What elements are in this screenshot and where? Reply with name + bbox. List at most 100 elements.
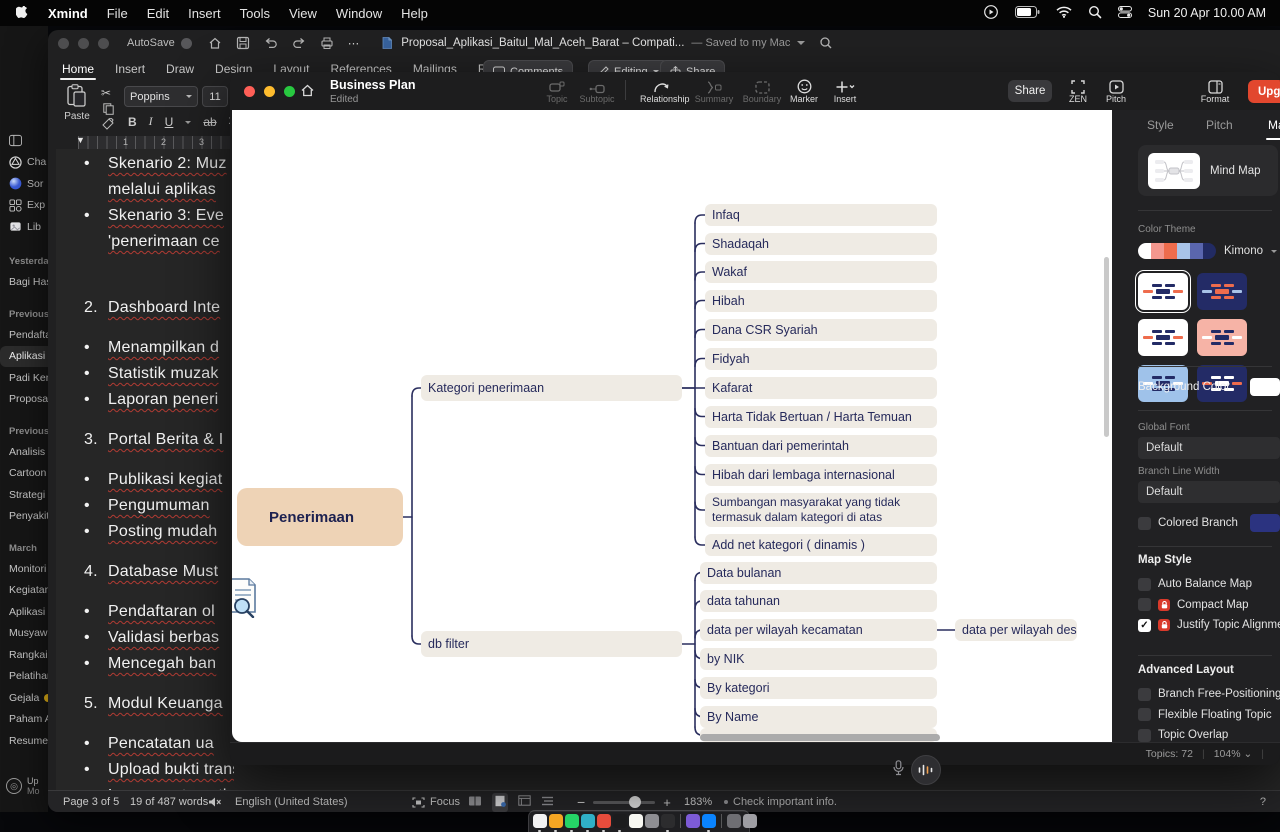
- subtopic[interactable]: Kafarat: [705, 377, 937, 399]
- document-title[interactable]: Proposal_Aplikasi_Baitul_Mal_Aceh_Barat …: [401, 37, 684, 49]
- global-font-select[interactable]: Default: [1138, 437, 1280, 459]
- help-button[interactable]: ?: [1260, 791, 1266, 812]
- dock-app-7[interactable]: [629, 814, 643, 828]
- undo-icon[interactable]: [264, 36, 278, 50]
- strikethrough-button[interactable]: ab: [203, 115, 216, 129]
- map-style-justify-topic-alignment[interactable]: ✓Justify Topic Alignment: [1138, 617, 1280, 633]
- zoom-button[interactable]: [98, 38, 109, 49]
- zoom-slider-thumb[interactable]: [629, 796, 641, 808]
- tab-insert[interactable]: Insert: [115, 62, 145, 76]
- colored-branch-swatch[interactable]: [1250, 514, 1280, 532]
- apple-menu-icon[interactable]: [16, 6, 29, 21]
- autosave-toggle[interactable]: AutoSave: [109, 37, 192, 49]
- dock-app-13[interactable]: [743, 814, 757, 828]
- sidebar-chat-item[interactable]: Cartoon: [0, 463, 48, 485]
- screen-mirroring-icon[interactable]: [983, 4, 999, 23]
- color-theme-select[interactable]: Kimono: [1138, 243, 1277, 259]
- map-style-compact-map[interactable]: Compact Map: [1138, 597, 1249, 613]
- share-button[interactable]: Share: [1008, 80, 1052, 102]
- subtopic[interactable]: Harta Tidak Bertuan / Harta Temuan: [705, 406, 937, 428]
- insert-button[interactable]: Insert: [823, 77, 867, 104]
- subtopic[interactable]: by NIK: [700, 648, 937, 670]
- tab-draw[interactable]: Draw: [166, 62, 194, 76]
- sidebar-chat-item[interactable]: Rangkai: [0, 644, 48, 666]
- sidebar-nav-exp[interactable]: Exp: [0, 195, 48, 217]
- dock-app-10[interactable]: [686, 814, 700, 828]
- subtopic[interactable]: data tahunan: [700, 590, 937, 612]
- subtopic[interactable]: data per wilayah kecamatan: [700, 619, 937, 641]
- sidebar-chat-item[interactable]: Kegiatan: [0, 580, 48, 602]
- subtopic[interactable]: Add net kategori ( dinamis ): [705, 534, 937, 556]
- battery-icon[interactable]: [1015, 6, 1040, 21]
- subtopic[interactable]: data per wilayah desa: [955, 619, 1077, 641]
- menubar-clock[interactable]: Sun 20 Apr 10.00 AM: [1148, 6, 1266, 20]
- dock-app-6[interactable]: [613, 814, 627, 828]
- close-button[interactable]: [244, 86, 255, 97]
- tab-stop-marker[interactable]: ▼: [76, 135, 85, 145]
- subtopic[interactable]: Fidyah: [705, 348, 937, 370]
- subtopic[interactable]: Bantuan dari pemerintah: [705, 435, 937, 457]
- format-button[interactable]: Format: [1193, 77, 1237, 104]
- zoom-percentage[interactable]: 183%: [684, 791, 712, 812]
- web-layout-icon[interactable]: [518, 795, 531, 809]
- dock-app-9[interactable]: [661, 814, 675, 828]
- checkbox[interactable]: [1138, 708, 1151, 721]
- checkbox[interactable]: ✓: [1138, 619, 1151, 632]
- format-painter-icon[interactable]: [102, 117, 114, 135]
- dock-app-8[interactable]: [645, 814, 659, 828]
- outline-view-icon[interactable]: [541, 796, 554, 809]
- subtopic[interactable]: Hibah: [705, 290, 937, 312]
- sidebar-nav-cha[interactable]: Cha: [0, 152, 48, 174]
- microphone-icon[interactable]: [893, 760, 904, 781]
- bold-button[interactable]: B: [128, 115, 137, 129]
- print-icon[interactable]: [320, 36, 334, 50]
- structure-card[interactable]: Mind Map: [1138, 145, 1278, 196]
- cut-icon[interactable]: ✂: [101, 86, 111, 100]
- print-layout-icon[interactable]: [492, 793, 508, 812]
- menubar-item-window[interactable]: Window: [336, 6, 382, 21]
- sidebar-chat-item[interactable]: Bagi Has: [0, 272, 48, 294]
- subtopic[interactable]: By kategori: [700, 677, 937, 699]
- background-color-swatch[interactable]: [1250, 378, 1280, 396]
- advanced-branch-free-positioning[interactable]: Branch Free-Positioning: [1138, 686, 1280, 702]
- zoom-in-button[interactable]: +: [663, 795, 671, 810]
- read-mode-icon[interactable]: [468, 795, 482, 810]
- sidebar-chat-item[interactable]: Resume: [0, 730, 48, 752]
- font-name-select[interactable]: Poppins: [124, 86, 198, 107]
- root-topic[interactable]: Penerimaan: [237, 488, 403, 546]
- panel-tab-style[interactable]: Style: [1147, 118, 1174, 132]
- sidebar-chat-item[interactable]: Padi Ken: [0, 367, 48, 389]
- zoom-button[interactable]: [284, 86, 295, 97]
- sidebar-chat-item[interactable]: Pendafta: [0, 324, 48, 346]
- font-size-select[interactable]: 11: [202, 86, 228, 107]
- wifi-icon[interactable]: [1056, 6, 1072, 21]
- theme-card-4[interactable]: [1197, 319, 1247, 356]
- sidebar-chat-item[interactable]: Proposa: [0, 389, 48, 411]
- underline-button[interactable]: U: [165, 115, 174, 129]
- panel-tab-pitch[interactable]: Pitch: [1206, 118, 1233, 132]
- sidebar-nav-sor[interactable]: Sor: [0, 173, 48, 195]
- sidebar-chat-item[interactable]: Gejala: [0, 687, 48, 709]
- tab-home[interactable]: Home: [62, 62, 94, 76]
- subtopic[interactable]: Hibah dari lembaga internasional: [705, 464, 937, 486]
- home-icon[interactable]: [208, 36, 222, 50]
- save-icon[interactable]: [236, 36, 250, 50]
- home-icon[interactable]: [300, 83, 315, 103]
- checkbox[interactable]: [1138, 729, 1151, 742]
- menubar-item-view[interactable]: View: [289, 6, 317, 21]
- word-count[interactable]: 19 of 487 words: [130, 791, 208, 812]
- checkbox[interactable]: [1138, 688, 1151, 701]
- menubar-app-name[interactable]: Xmind: [48, 6, 88, 21]
- zoom-slider[interactable]: [593, 801, 655, 804]
- sidebar-chat-item[interactable]: Musyaw: [0, 623, 48, 645]
- canvas-vertical-scrollbar[interactable]: [1104, 257, 1109, 437]
- menubar-item-tools[interactable]: Tools: [240, 6, 270, 21]
- control-center-icon[interactable]: [1118, 6, 1132, 21]
- sidebar-nav-lib[interactable]: Lib: [0, 216, 48, 238]
- subtopic[interactable]: By Name: [700, 706, 937, 728]
- speaker-muted-icon[interactable]: [208, 791, 222, 812]
- dock-app-5[interactable]: [597, 814, 611, 828]
- saved-status[interactable]: — Saved to my Mac: [691, 37, 790, 49]
- dock-app-2[interactable]: [549, 814, 563, 828]
- paste-button[interactable]: Paste: [58, 84, 96, 122]
